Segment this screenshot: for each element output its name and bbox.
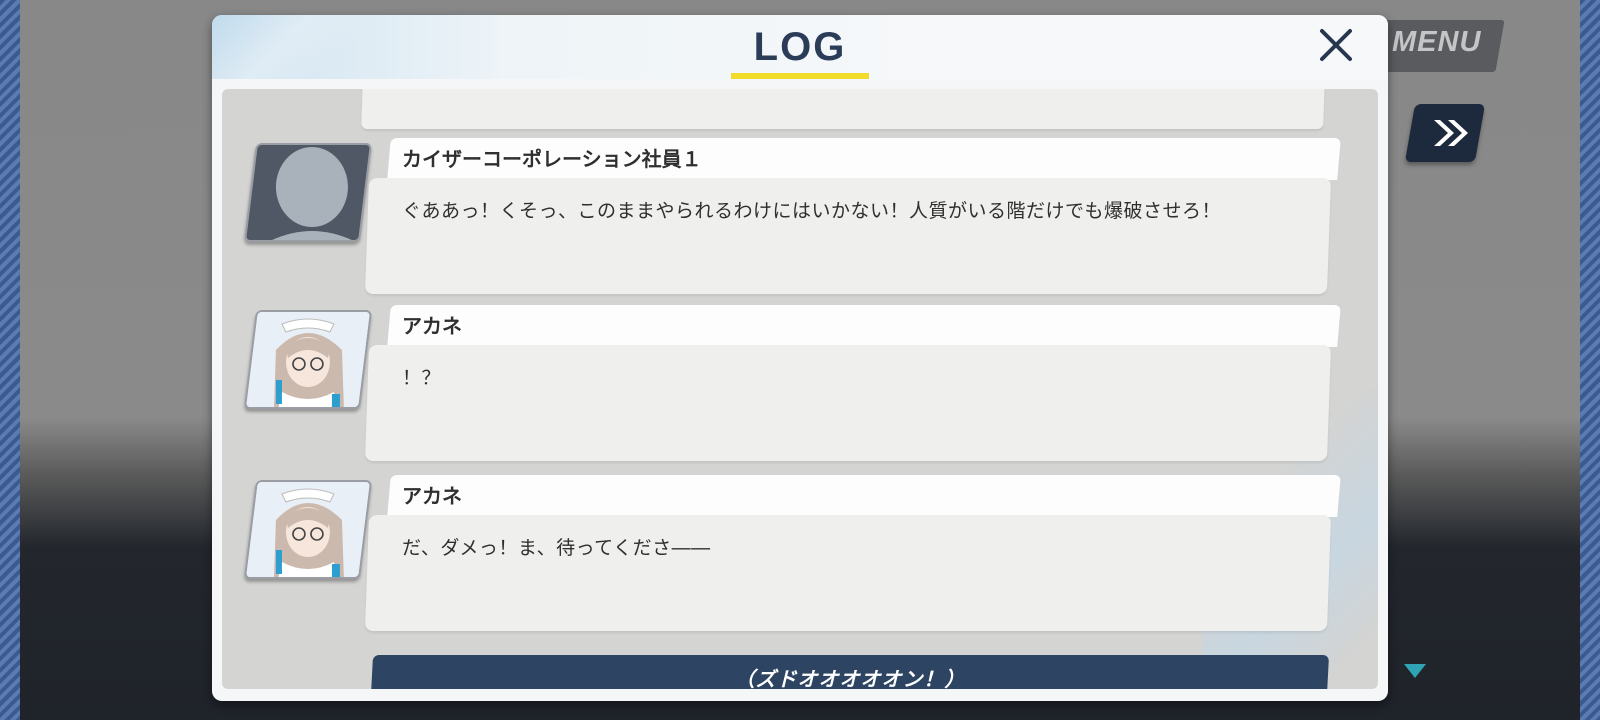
speaker-name: カイザーコーポレーション社員１	[402, 147, 702, 171]
silhouette-icon	[265, 147, 358, 242]
dialogue-text: ぐああっ！くそっ、このままやられるわけにはいかない！人質がいる階だけでも爆破させ…	[402, 200, 1222, 222]
akane-portrait	[243, 480, 373, 579]
log-dialog: LOG カイザーコーポレーション社員１ ぐああっ！くそっ、このままやられるわけに…	[212, 15, 1388, 701]
speaker-name: アカネ	[402, 484, 462, 508]
log-entry: アカネ だ、ダメっ！ま、待ってくださ――	[222, 475, 1378, 633]
right-border-stripe	[1580, 0, 1600, 720]
dialog-header: LOG	[212, 15, 1388, 79]
previous-text-bubble	[361, 89, 1325, 129]
log-entry: アカネ ！？	[222, 305, 1378, 463]
akane-portrait-icon	[245, 310, 370, 409]
dialogue-bubble	[364, 345, 1332, 461]
silhouette-avatar	[243, 143, 373, 242]
left-border-stripe	[0, 0, 20, 720]
akane-portrait-icon	[245, 480, 370, 579]
dialogue-text: だ、ダメっ！ま、待ってくださ――	[402, 537, 711, 559]
akane-portrait	[243, 310, 373, 409]
bubble-tail	[376, 361, 390, 389]
next-indicator-icon	[1404, 664, 1426, 678]
sound-effect-text: （ズドオオオオオン！）	[734, 667, 966, 689]
bubble-tail	[376, 531, 390, 559]
dialogue-text: ！？	[402, 367, 442, 389]
speaker-name: アカネ	[402, 314, 462, 338]
speaker-name-bar	[387, 475, 1341, 517]
menu-label: MENU	[1392, 26, 1482, 58]
close-icon[interactable]	[1312, 21, 1360, 69]
fast-forward-icon	[1434, 120, 1468, 146]
log-scroll-area[interactable]: カイザーコーポレーション社員１ ぐああっ！くそっ、このままやられるわけにはいかな…	[222, 89, 1378, 689]
dialog-title: LOG	[753, 25, 847, 69]
log-entry: カイザーコーポレーション社員１ ぐああっ！くそっ、このままやられるわけにはいかな…	[222, 138, 1378, 296]
title-underline	[731, 73, 869, 79]
bubble-tail	[376, 194, 390, 222]
speaker-name-bar	[387, 305, 1341, 347]
